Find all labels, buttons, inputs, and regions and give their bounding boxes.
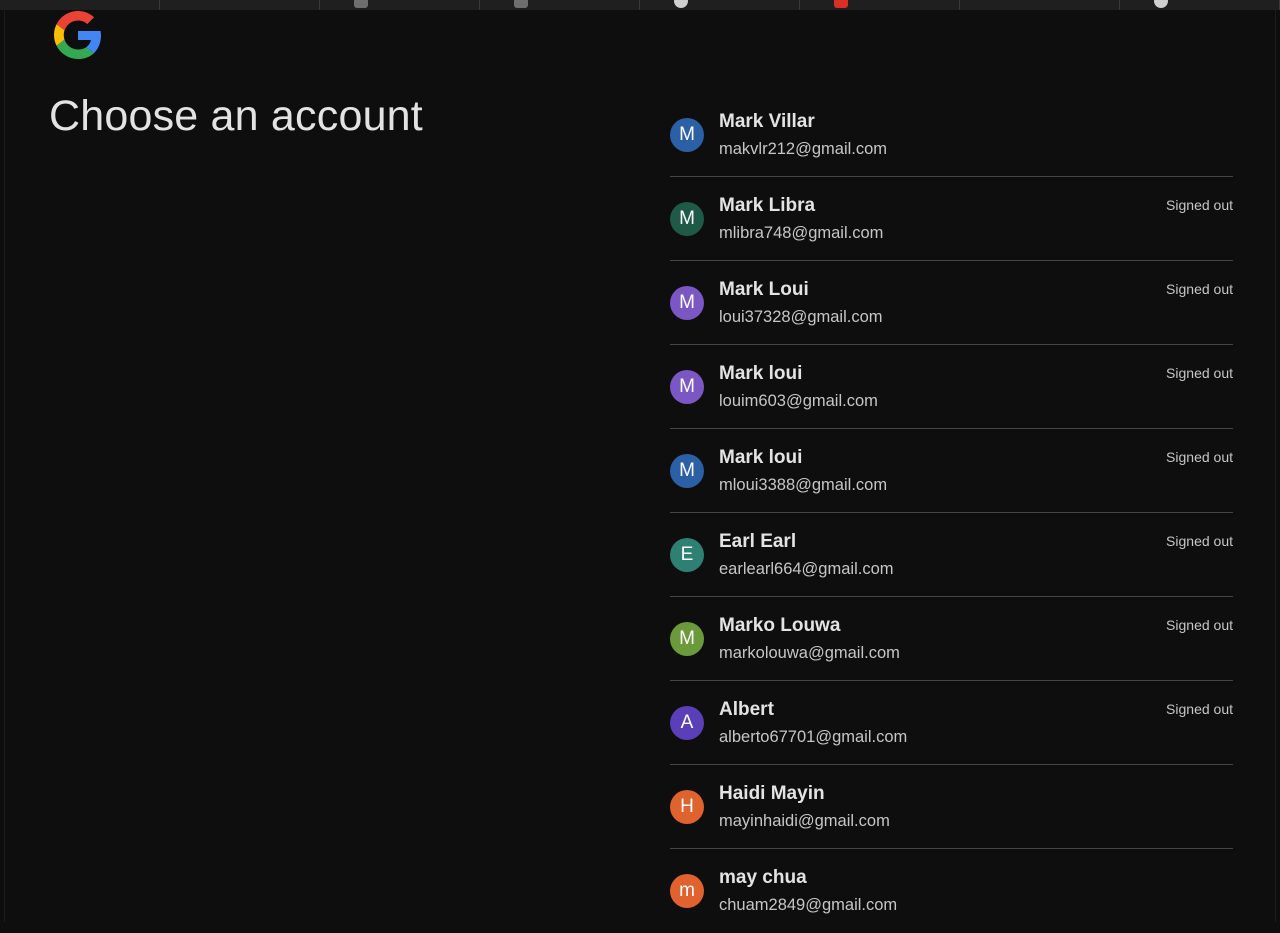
account-email: mayinhaidi@gmail.com bbox=[719, 812, 890, 830]
account-avatar: M bbox=[670, 370, 704, 404]
account-avatar: A bbox=[670, 706, 704, 740]
account-email: chuam2849@gmail.com bbox=[719, 896, 898, 914]
browser-tab-strip bbox=[0, 0, 1280, 10]
account-item[interactable]: M Mark Loui loui37328@gmail.com Signed out bbox=[670, 261, 1233, 345]
browser-tab[interactable] bbox=[640, 0, 800, 10]
tab-icon bbox=[514, 0, 528, 8]
account-email: earlearl664@gmail.com bbox=[719, 560, 894, 578]
browser-tab[interactable] bbox=[320, 0, 480, 10]
account-status: Signed out bbox=[1166, 449, 1233, 465]
account-email: alberto67701@gmail.com bbox=[719, 728, 908, 746]
tab-icon bbox=[1154, 0, 1168, 8]
account-avatar: M bbox=[670, 202, 704, 236]
sign-in-window: Choose an account M Mark Villar makvlr212@… bbox=[4, 10, 1276, 922]
account-item[interactable]: E Earl Earl earlearl664@gmail.com Signed ou… bbox=[670, 513, 1233, 597]
account-status: Signed out bbox=[1166, 617, 1233, 633]
account-name: Earl Earl bbox=[719, 531, 797, 552]
account-name: may chua bbox=[719, 867, 807, 888]
browser-tab[interactable] bbox=[800, 0, 960, 10]
tab-icon bbox=[834, 0, 848, 8]
account-email: loui37328@gmail.com bbox=[719, 308, 883, 326]
browser-tab[interactable] bbox=[480, 0, 640, 10]
account-item[interactable]: M Mark Villar makvlr212@gmail.com bbox=[670, 93, 1233, 177]
browser-tab[interactable] bbox=[960, 0, 1120, 10]
browser-tab[interactable] bbox=[160, 0, 320, 10]
tab-icon bbox=[674, 0, 688, 8]
account-name: Marko Louwa bbox=[719, 615, 841, 636]
account-item[interactable]: H Haidi Mayin mayinhaidi@gmail.com bbox=[670, 765, 1233, 849]
account-avatar: M bbox=[670, 118, 704, 152]
browser-tab[interactable] bbox=[1120, 0, 1280, 10]
account-name: Mark Villar bbox=[719, 111, 815, 132]
page-title: Choose an account bbox=[49, 92, 423, 140]
account-email: mlibra748@gmail.com bbox=[719, 224, 884, 242]
account-status: Signed out bbox=[1166, 197, 1233, 213]
account-avatar: H bbox=[670, 790, 704, 824]
account-item[interactable]: A Albert alberto67701@gmail.com Signed out bbox=[670, 681, 1233, 765]
browser-tab[interactable] bbox=[0, 0, 160, 10]
account-item[interactable]: m may chua chuam2849@gmail.com bbox=[670, 849, 1233, 933]
account-status: Signed out bbox=[1166, 281, 1233, 297]
account-avatar: M bbox=[670, 286, 704, 320]
account-item[interactable]: M Mark Libra mlibra748@gmail.com Signed out bbox=[670, 177, 1233, 261]
account-avatar: M bbox=[670, 454, 704, 488]
account-name: Mark loui bbox=[719, 363, 803, 384]
account-item[interactable]: M Mark loui louim603@gmail.com Signed out bbox=[670, 345, 1233, 429]
account-name: Mark Libra bbox=[719, 195, 816, 216]
google-logo-icon bbox=[54, 11, 101, 59]
account-item[interactable]: M Mark loui mloui3388@gmail.com Signed out bbox=[670, 429, 1233, 513]
account-email: markolouwa@gmail.com bbox=[719, 644, 900, 662]
account-email: mloui3388@gmail.com bbox=[719, 476, 888, 494]
account-name: Albert bbox=[719, 699, 774, 720]
account-status: Signed out bbox=[1166, 701, 1233, 717]
account-name: Haidi Mayin bbox=[719, 783, 825, 804]
account-email: louim603@gmail.com bbox=[719, 392, 878, 410]
account-status: Signed out bbox=[1166, 533, 1233, 549]
account-avatar: M bbox=[670, 622, 704, 656]
account-item[interactable]: M Marko Louwa markolouwa@gmail.com Signed o… bbox=[670, 597, 1233, 681]
account-avatar: E bbox=[670, 538, 704, 572]
account-status: Signed out bbox=[1166, 365, 1233, 381]
account-avatar: m bbox=[670, 874, 704, 908]
account-email: makvlr212@gmail.com bbox=[719, 140, 888, 158]
account-name: Mark loui bbox=[719, 447, 803, 468]
account-name: Mark Loui bbox=[719, 279, 809, 300]
account-list: M Mark Villar makvlr212@gmail.com M Mark Lib… bbox=[670, 93, 1233, 933]
tab-icon bbox=[354, 0, 368, 8]
